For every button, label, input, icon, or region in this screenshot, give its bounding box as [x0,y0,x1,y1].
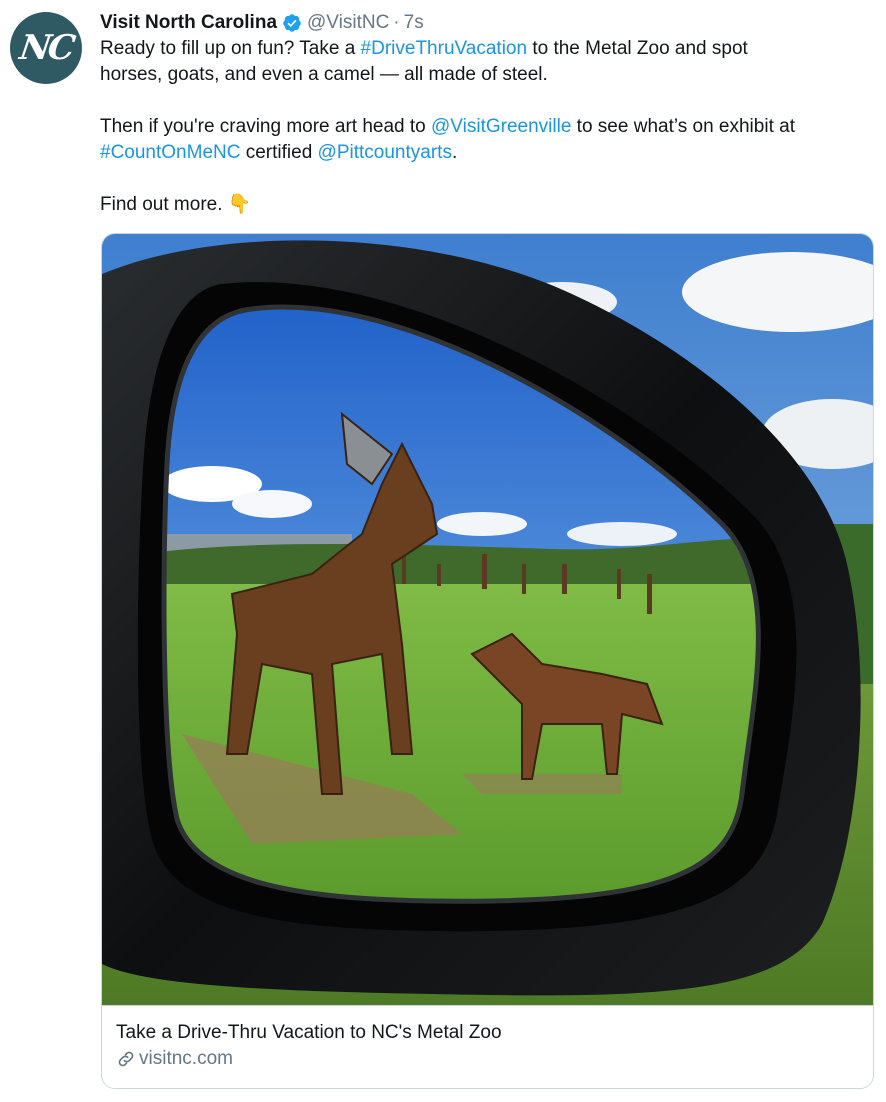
mention-visitgreenville[interactable]: @VisitGreenville [431,116,571,137]
tweet-paragraph: Then if you're craving more art head to … [100,114,876,166]
link-preview-card[interactable]: Take a Drive-Thru Vacation to NC's Metal… [101,233,874,1089]
hashtag-countonmenc[interactable]: #CountOnMeNC [100,142,240,163]
card-title[interactable]: Take a Drive-Thru Vacation to NC's Metal… [116,1020,859,1046]
card-body[interactable]: Take a Drive-Thru Vacation to NC's Metal… [102,1005,873,1088]
tweet: Visit North Carolina @VisitNC · 7s Ready… [100,10,876,218]
tweet-text-segment: Then if you're craving more art head to [100,116,432,137]
author-handle[interactable]: @VisitNC [307,10,389,36]
avatar[interactable]: NC [10,12,82,84]
card-domain-text[interactable]: visitnc.com [139,1046,233,1072]
tweet-text-segment: to see what’s on exhibit at [571,116,795,137]
card-image[interactable] [102,234,874,1005]
tweet-text-segment: to the Metal Zoo and spot [527,38,748,59]
author-name[interactable]: Visit North Carolina [100,10,277,36]
timestamp[interactable]: 7s [404,10,424,36]
tweet-text-segment: Ready to fill up on fun? Take a [100,38,361,59]
tweet-text-segment: Find out more. [100,194,228,215]
tweet-text-segment: certified [240,142,318,163]
tweet-text-line: horses, goats, and even a camel — all ma… [100,64,548,85]
mention-pittcountyarts[interactable]: @Pittcountyarts [318,142,452,163]
tweet-text: Ready to fill up on fun? Take a #DriveTh… [100,36,876,218]
tweet-paragraph: Ready to fill up on fun? Take a #DriveTh… [100,36,876,88]
card-domain[interactable]: visitnc.com [116,1046,859,1072]
link-icon [118,1051,134,1067]
avatar-logo-text: NC [17,28,75,68]
tweet-paragraph: Find out more. 👇 [100,192,876,218]
tweet-header: Visit North Carolina @VisitNC · 7s [100,10,876,36]
verified-badge-icon [283,14,301,32]
separator-dot: · [393,12,400,33]
hashtag-drivethruvacation[interactable]: #DriveThruVacation [361,38,528,59]
tweet-text-segment: . [451,142,458,163]
pointing-down-emoji-icon: 👇 [227,194,252,215]
